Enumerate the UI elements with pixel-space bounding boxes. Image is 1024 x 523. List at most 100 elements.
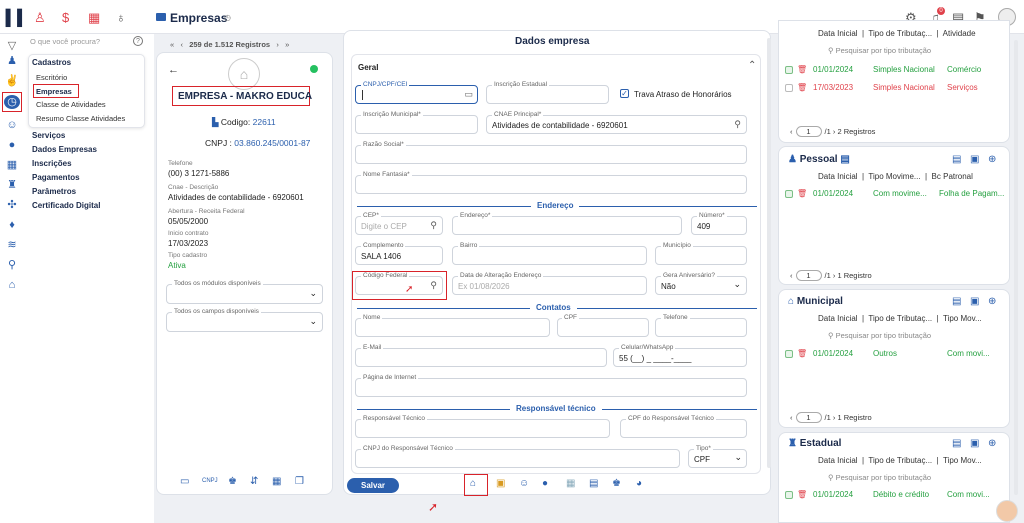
people-tab-icon[interactable]: ☺ [519, 478, 529, 489]
nome-input[interactable]: Nome [355, 314, 550, 337]
municipio-input[interactable]: Município [655, 242, 747, 265]
trash-icon[interactable]: 🗑 [797, 189, 807, 198]
menu-pagamentos[interactable]: Pagamentos [32, 173, 80, 182]
trava-checkbox[interactable]: ✓ [620, 89, 629, 98]
assistant-avatar[interactable] [996, 500, 1018, 522]
search-icon[interactable]: ⚲ [430, 280, 437, 291]
last-page-icon[interactable]: » [285, 40, 289, 49]
razao-input[interactable]: Razão Social* [355, 141, 747, 164]
estadual-search[interactable]: ⚲ Pesquisar por tipo tributação [828, 473, 931, 482]
next-page-icon[interactable]: › [276, 40, 279, 49]
people-group-icon[interactable]: ♚ [228, 476, 237, 487]
menu-item-classe[interactable]: Classe de Atividades [36, 100, 106, 109]
handshake-icon[interactable]: ✌ [4, 74, 20, 88]
trash-icon[interactable]: 🗑 [797, 349, 807, 358]
search-input[interactable]: O que você procura? [30, 37, 100, 46]
menu-item-escritorio[interactable]: Escritório [36, 73, 67, 82]
menu-servicos[interactable]: Serviços [32, 131, 65, 140]
bag-menu-icon[interactable]: ♦ [4, 218, 20, 232]
add-icon[interactable]: ⊕ [988, 154, 996, 165]
modulos-select[interactable]: Todos os módulos disponíveis ⌄ [166, 280, 323, 304]
fantasia-input[interactable]: Nome Fantasia* [355, 171, 747, 194]
gera-aniv-select[interactable]: Gera Aniversário? Não ⌄ [655, 272, 747, 295]
table-icon[interactable]: ▦ [272, 476, 281, 487]
first-page-icon[interactable]: « [170, 40, 174, 49]
menu-dados-empresas[interactable]: Dados Empresas [32, 145, 97, 154]
doc-tab-icon[interactable]: ▤ [589, 478, 598, 489]
group-icon[interactable]: ☺ [4, 118, 20, 132]
attach-icon[interactable]: ▣ [970, 438, 979, 449]
bank-tab-icon[interactable]: ⌂ [470, 478, 476, 489]
dollar-icon[interactable]: $ [62, 11, 69, 24]
cod-federal-input[interactable]: Código Federal ⚲ [355, 272, 443, 295]
save-button[interactable]: Salvar [347, 478, 399, 493]
group-tab-icon[interactable]: ♚ [612, 478, 621, 489]
table-row[interactable]: 🗑 17/03/2023 Simples Nacional Serviços [785, 83, 978, 92]
table-row[interactable]: 🗑 01/01/2024 Outros Com movi... [785, 349, 990, 358]
bag-icon[interactable]: ♁ [116, 11, 126, 24]
chat-icon[interactable]: ◕ [636, 478, 642, 489]
menu-inscricoes[interactable]: Inscrições [32, 159, 72, 168]
cpf-resp-input[interactable]: CPF do Responsável Técnico [620, 415, 747, 438]
calculator-icon[interactable]: ▦ [88, 11, 100, 24]
home-icon[interactable]: ⌂ [4, 278, 20, 292]
prev-page-icon[interactable]: ‹ [180, 40, 183, 49]
money-tab-icon[interactable]: ● [542, 478, 548, 489]
user-icon[interactable]: ♟ [4, 54, 20, 68]
federal-search[interactable]: ⚲ Pesquisar por tipo tributação [828, 46, 931, 55]
network-icon[interactable]: ✣ [4, 198, 20, 212]
right-scrollbar[interactable] [1014, 40, 1018, 495]
menu-cadastros[interactable]: Cadastros [32, 58, 71, 67]
file-icon[interactable]: ▤ [952, 438, 961, 449]
search-icon[interactable]: ⚲ [430, 220, 437, 231]
complemento-input[interactable]: Complemento SALA 1406 [355, 242, 443, 265]
table-row[interactable]: 🗑 01/01/2024 Simples Nacional Comércio [785, 65, 981, 74]
endereco-input[interactable]: Endereço* [452, 212, 682, 235]
cnpj-resp-input[interactable]: CNPJ do Responsável Técnico [355, 445, 680, 468]
help-icon[interactable]: ? [133, 36, 143, 46]
cnpj-icon[interactable]: CNPJ [202, 478, 218, 484]
numero-input[interactable]: Número* 409 [691, 212, 747, 235]
cnpj-input[interactable]: CNPJ/CPF/CEI ▭ [355, 81, 478, 104]
data-alt-input[interactable]: Data de Alteração Endereço Ex 01/08/2026 [452, 272, 647, 295]
search-icon[interactable]: ⚲ [734, 119, 741, 130]
money-icon[interactable]: ● [4, 138, 20, 152]
tipo-select[interactable]: Tipo* CPF ⌄ [688, 445, 747, 468]
campos-select[interactable]: Todos os campos disponíveis ⌄ [166, 308, 323, 332]
trash-icon[interactable]: 🗑 [797, 65, 807, 74]
file-icon[interactable]: ▭ [180, 476, 189, 487]
trash-icon[interactable]: 🗑 [797, 490, 807, 499]
cep-input[interactable]: CEP* Digite o CEP ⚲ [355, 212, 443, 235]
telefone-input[interactable]: Telefone [655, 314, 747, 337]
bairro-input[interactable]: Bairro [452, 242, 647, 265]
table-row[interactable]: 🗑 01/01/2024 Com movime... Folha de Paga… [785, 189, 1004, 198]
collapse-icon[interactable]: ⌃ [748, 60, 756, 71]
person-walk-icon[interactable]: ♜ [4, 178, 20, 192]
attach-icon[interactable]: ▣ [970, 154, 979, 165]
add-icon[interactable]: ⊕ [988, 296, 996, 307]
sort-icon[interactable]: ⇵ [250, 476, 258, 487]
ie-input[interactable]: Inscrição Estadual [486, 81, 609, 104]
copy-icon[interactable]: ❐ [295, 476, 304, 487]
municipal-search[interactable]: ⚲ Pesquisar por tipo tributação [828, 331, 931, 340]
attach-icon[interactable]: ▣ [970, 296, 979, 307]
id-card-icon[interactable]: ▭ [464, 89, 473, 100]
grid-icon[interactable]: ▦ [4, 158, 20, 172]
grid-tab-icon[interactable]: ▦ [566, 478, 575, 489]
trash-icon[interactable]: 🗑 [797, 83, 807, 92]
file-icon[interactable]: ▤ [952, 154, 961, 165]
menu-item-resumo[interactable]: Resumo Classe Atividades [36, 114, 125, 123]
folder-icon[interactable]: ▣ [496, 478, 505, 489]
cpf-input[interactable]: CPF [557, 314, 649, 337]
im-input[interactable]: Inscrição Municipal* [355, 111, 478, 134]
celular-input[interactable]: Celular/WhatsApp 55 (__) _ ____-____ [613, 344, 747, 367]
email-input[interactable]: E-Mail [355, 344, 607, 367]
file-icon[interactable]: ▤ [952, 296, 961, 307]
back-arrow-icon[interactable]: ← [168, 64, 179, 76]
cnae-input[interactable]: CNAE Principal* Atividades de contabilid… [486, 111, 747, 134]
menu-parametros[interactable]: Parâmetros [32, 187, 76, 196]
layers-icon[interactable]: ≋ [4, 238, 20, 252]
form-scrollbar[interactable] [767, 38, 771, 468]
people-icon[interactable]: ♙ [34, 11, 46, 24]
table-row[interactable]: 🗑 01/01/2024 Débito e crédito Com movi..… [785, 490, 990, 499]
